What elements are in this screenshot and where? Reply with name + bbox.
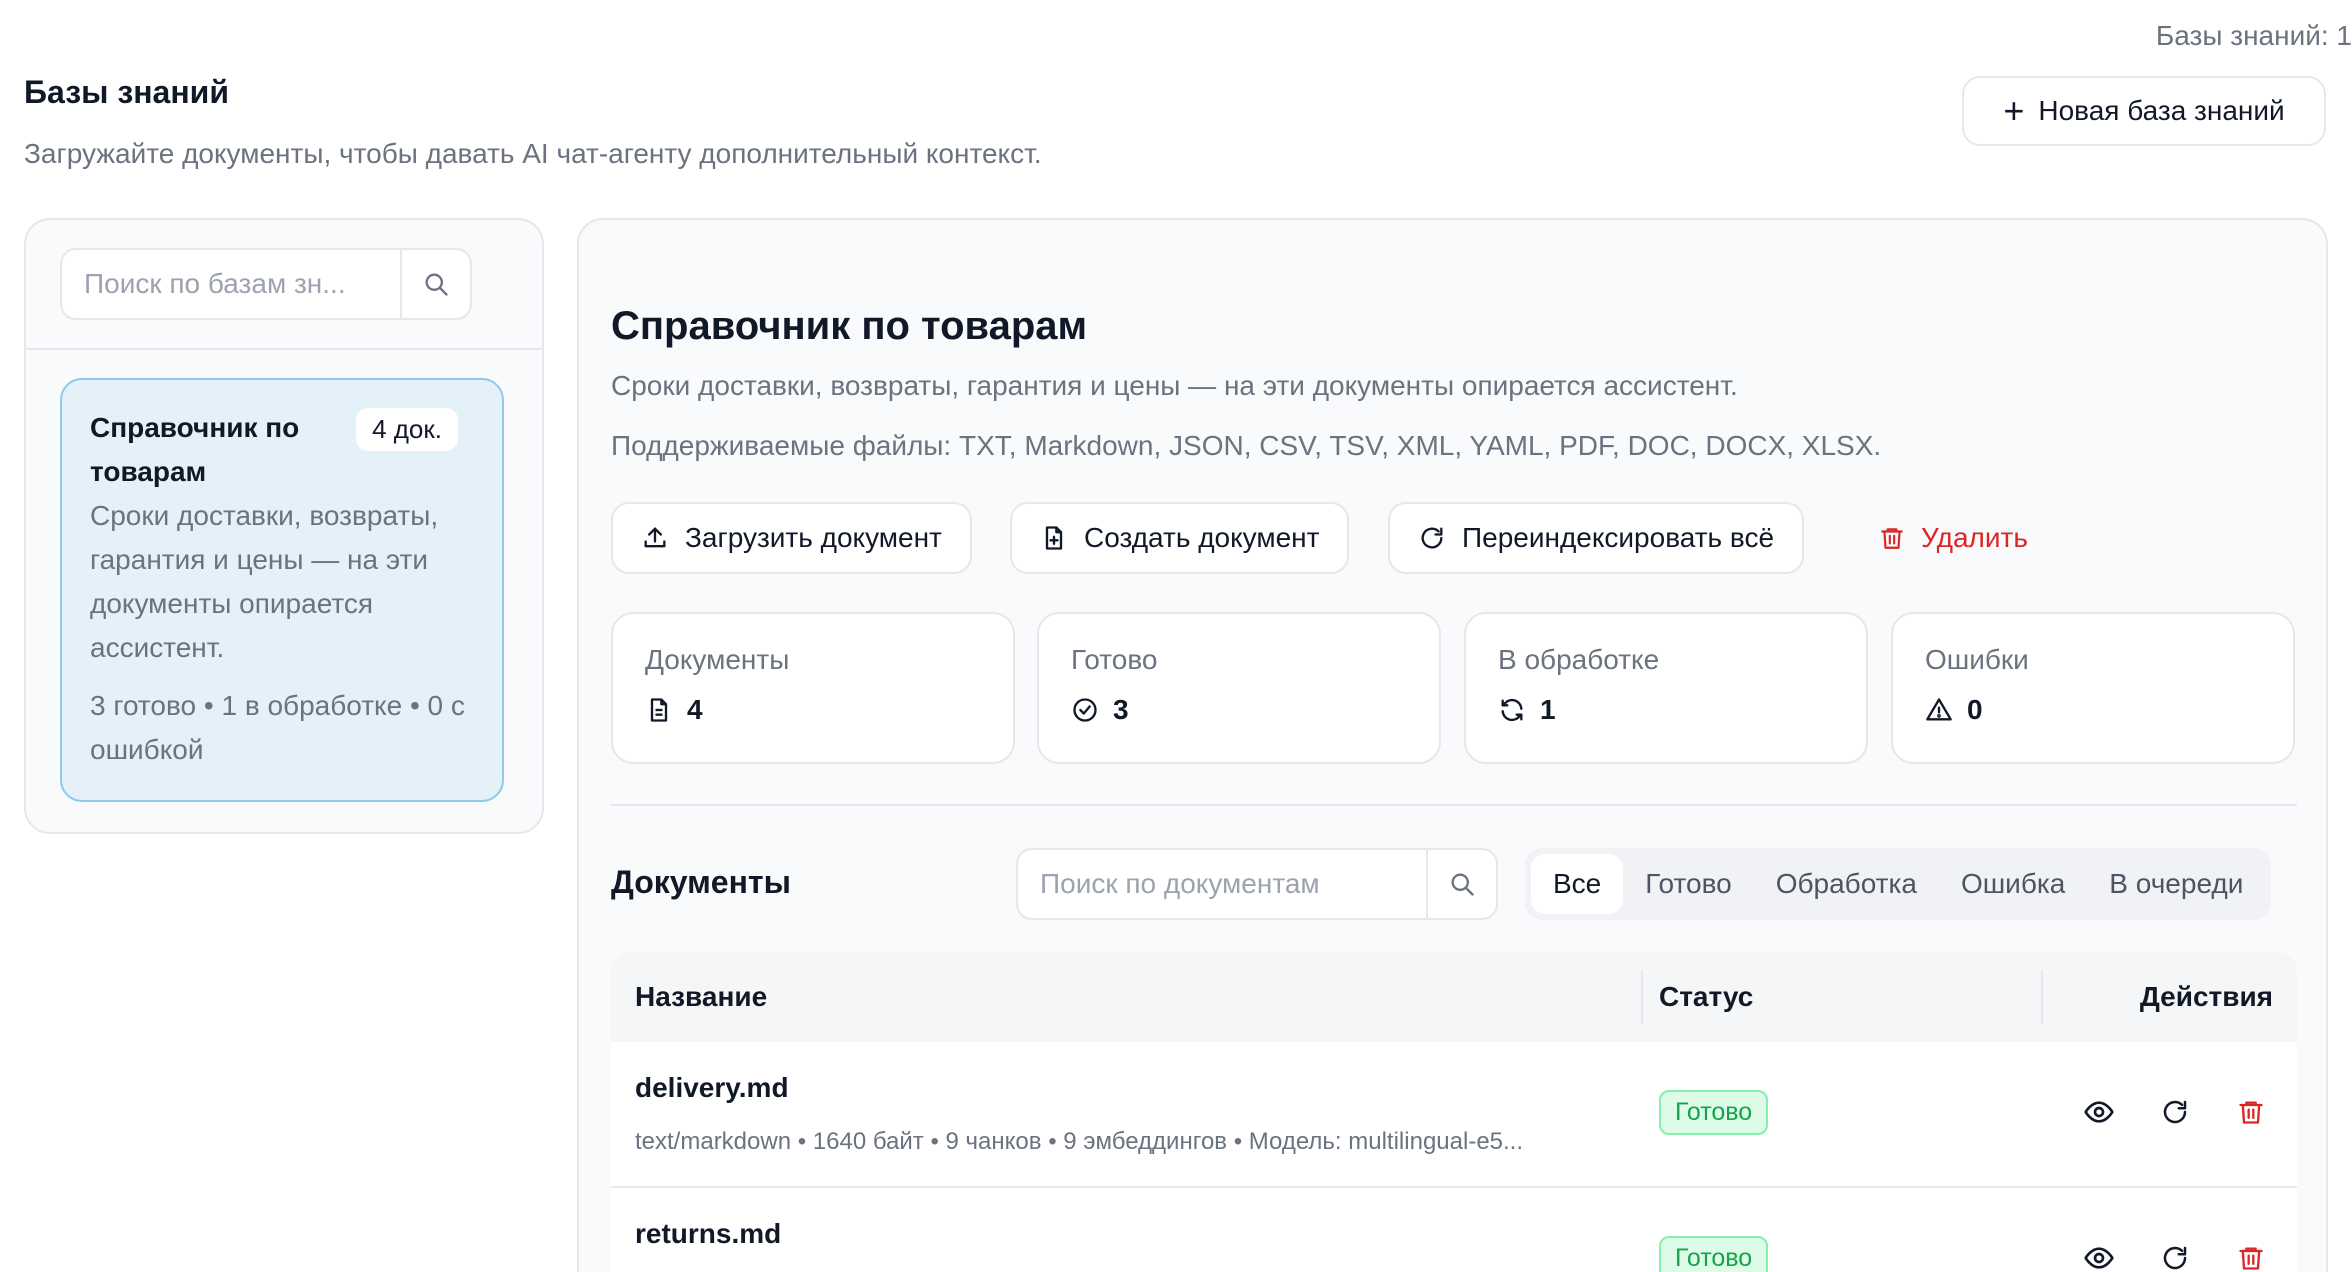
stat-documents: Документы 4 xyxy=(611,612,1015,764)
column-name[interactable]: Название xyxy=(635,981,767,1013)
document-name[interactable]: returns.md xyxy=(635,1218,781,1250)
doc-count-badge: 4 док. xyxy=(356,408,458,451)
new-kb-button[interactable]: + Новая база знаний xyxy=(1962,76,2326,146)
kb-title: Справочник по товарам xyxy=(611,304,1088,348)
kb-description: Сроки доставки, возвраты, гарантия и цен… xyxy=(611,370,1738,401)
stat-value: 4 xyxy=(687,694,703,725)
stat-ready: Готово 3 xyxy=(1037,612,1441,764)
filter-tab-ready[interactable]: Готово xyxy=(1623,854,1753,914)
kb-item-stats: 3 готово • 1 в обработке • 0 с ошибкой xyxy=(90,690,465,765)
search-icon xyxy=(1451,873,1474,896)
stat-errors: Ошибки 0 xyxy=(1891,612,2295,764)
documents-title: Документы xyxy=(611,864,791,900)
kb-search-input[interactable]: Поиск по базам зн... xyxy=(60,248,472,320)
stat-processing: В обработке 1 xyxy=(1464,612,1868,764)
stat-value: 3 xyxy=(1113,694,1129,725)
reindex-document-button[interactable] xyxy=(2157,1094,2193,1130)
kb-search-placeholder: Поиск по базам зн... xyxy=(84,268,346,299)
column-divider xyxy=(1641,970,1643,1024)
refresh-icon xyxy=(2163,1246,2187,1270)
trash-icon xyxy=(2239,1247,2263,1270)
delete-document-button[interactable] xyxy=(2233,1094,2269,1130)
filter-tab-queued[interactable]: В очереди xyxy=(2087,854,2265,914)
refresh-icon xyxy=(1501,698,1523,722)
stat-label: Документы xyxy=(645,644,790,675)
status-badge: Готово xyxy=(1659,1236,1769,1272)
file-icon xyxy=(650,698,668,722)
table-header: Название Статус Действия xyxy=(611,952,2297,1042)
table-row[interactable]: returns.md Готово xyxy=(611,1188,2297,1272)
warning-icon xyxy=(1926,698,1952,721)
stat-label: В обработке xyxy=(1498,644,1660,675)
status-filter-tabs: Все Готово Обработка Ошибка В очереди xyxy=(1525,848,2272,920)
kb-list-item[interactable]: Справочник по товарам 4 док. Сроки доста… xyxy=(60,378,504,802)
trash-icon xyxy=(1881,528,1903,549)
filter-tab-processing[interactable]: Обработка xyxy=(1754,854,1939,914)
reindex-document-button[interactable] xyxy=(2157,1240,2193,1272)
new-kb-label: Новая база знаний xyxy=(2038,95,2285,126)
kb-item-description: Сроки доставки, возвраты, гарантия и цен… xyxy=(90,500,439,663)
documents-table: Название Статус Действия delivery.md tex… xyxy=(611,952,2297,1272)
view-button[interactable] xyxy=(2081,1094,2117,1130)
kb-item-name: Справочник по товарам xyxy=(90,412,300,487)
delete-label: Удалить xyxy=(1921,522,2028,553)
column-status[interactable]: Статус xyxy=(1659,981,1753,1013)
create-label: Создать документ xyxy=(1084,522,1320,553)
refresh-icon xyxy=(1421,527,1443,549)
table-row[interactable]: delivery.md text/markdown • 1640 байт • … xyxy=(611,1042,2297,1188)
stat-label: Ошибки xyxy=(1925,644,2029,675)
page-title: Базы знаний xyxy=(24,74,230,110)
search-button[interactable] xyxy=(400,250,470,318)
page-subtitle: Загружайте документы, чтобы давать AI ча… xyxy=(24,138,1042,169)
eye-icon xyxy=(2084,1247,2114,1269)
search-icon xyxy=(425,273,448,296)
kb-count: Базы знаний: 1 xyxy=(2155,20,2352,51)
supported-formats: Поддерживаемые файлы: TXT, Markdown, JSO… xyxy=(611,430,1882,461)
upload-label: Загрузить документ xyxy=(685,522,942,553)
view-button[interactable] xyxy=(2081,1240,2117,1272)
upload-document-button[interactable]: Загрузить документ xyxy=(611,502,972,574)
trash-icon xyxy=(2239,1101,2263,1124)
delete-document-button[interactable] xyxy=(2233,1240,2269,1272)
reindex-all-button[interactable]: Переиндексировать всё xyxy=(1388,502,1805,574)
reindex-label: Переиндексировать всё xyxy=(1462,522,1775,553)
check-circle-icon xyxy=(1073,698,1097,722)
delete-kb-button[interactable]: Удалить xyxy=(1879,502,2028,574)
create-document-button[interactable]: Создать документ xyxy=(1010,502,1350,574)
document-search-placeholder: Поиск по документам xyxy=(1040,868,1320,899)
column-divider xyxy=(2041,970,2043,1024)
document-search-button[interactable] xyxy=(1426,850,1496,918)
document-meta: text/markdown • 1640 байт • 9 чанков • 9… xyxy=(635,1128,1524,1155)
kb-sidebar: Поиск по базам зн... Справочник по товар… xyxy=(24,218,544,834)
row-actions xyxy=(2081,1240,2269,1272)
kb-detail-panel: Справочник по товарам Сроки доставки, во… xyxy=(577,218,2328,1272)
divider xyxy=(611,804,2297,806)
refresh-icon xyxy=(2163,1100,2187,1124)
filter-tab-error[interactable]: Ошибка xyxy=(1939,854,2087,914)
row-actions xyxy=(2081,1094,2269,1130)
stat-value: 1 xyxy=(1540,694,1556,725)
plus-icon: + xyxy=(2003,90,2025,131)
upload-icon xyxy=(644,527,666,548)
document-search-input[interactable]: Поиск по документам xyxy=(1016,848,1498,920)
stat-label: Готово xyxy=(1071,644,1158,675)
stat-value: 0 xyxy=(1967,694,1983,725)
column-actions: Действия xyxy=(2139,981,2273,1012)
file-plus-icon xyxy=(1045,526,1063,550)
document-name[interactable]: delivery.md xyxy=(635,1072,789,1104)
eye-icon xyxy=(2084,1101,2114,1123)
status-badge: Готово xyxy=(1659,1090,1769,1135)
sidebar-search-area: Поиск по базам зн... xyxy=(26,220,542,350)
filter-tab-all[interactable]: Все xyxy=(1531,854,1624,914)
